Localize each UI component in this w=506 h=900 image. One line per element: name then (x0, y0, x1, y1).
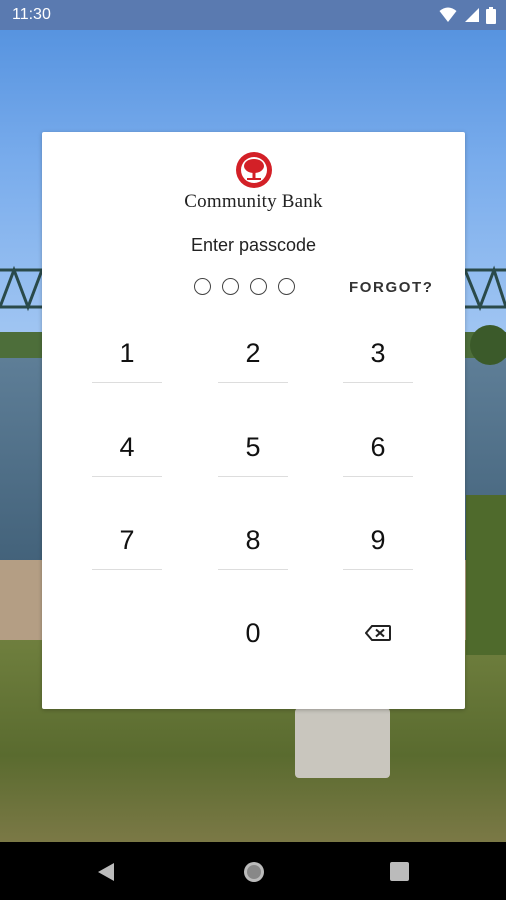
bank-name: Community Bank (184, 191, 323, 212)
status-bar: 11:30 (0, 0, 506, 30)
home-icon[interactable] (242, 860, 266, 884)
passcode-dot (194, 278, 211, 295)
key-9[interactable]: 9 (343, 511, 413, 570)
passcode-dot (222, 278, 239, 295)
passcode-card: Community Bank Enter passcode FORGOT? 1 … (42, 132, 465, 709)
wifi-icon (439, 7, 457, 22)
bank-logo: Community Bank (42, 151, 465, 213)
key-6[interactable]: 6 (343, 418, 413, 477)
status-icons (437, 7, 496, 25)
status-time: 11:30 (12, 6, 51, 23)
key-3[interactable]: 3 (343, 324, 413, 383)
signal-icon (464, 8, 479, 22)
grass-bank (466, 495, 506, 655)
key-5[interactable]: 5 (218, 418, 288, 477)
passcode-prompt: Enter passcode (190, 235, 317, 255)
key-4[interactable]: 4 (92, 418, 162, 477)
key-8[interactable]: 8 (218, 511, 288, 570)
passcode-dot (250, 278, 267, 295)
tree-logo-icon (235, 152, 272, 188)
back-icon[interactable] (96, 862, 116, 882)
forgot-passcode-button[interactable]: FORGOT? (349, 279, 434, 296)
passcode-dots (194, 278, 295, 298)
tree (470, 325, 506, 365)
key-1[interactable]: 1 (92, 324, 162, 383)
backspace-button[interactable] (343, 604, 413, 662)
battery-icon (486, 7, 496, 24)
passcode-dot (278, 278, 295, 295)
navigation-bar (0, 842, 506, 900)
recents-icon[interactable] (390, 862, 409, 881)
key-7[interactable]: 7 (92, 511, 162, 570)
stone-pillar (295, 708, 390, 778)
backspace-icon (365, 625, 391, 641)
key-2[interactable]: 2 (218, 324, 288, 383)
key-0[interactable]: 0 (218, 604, 288, 662)
